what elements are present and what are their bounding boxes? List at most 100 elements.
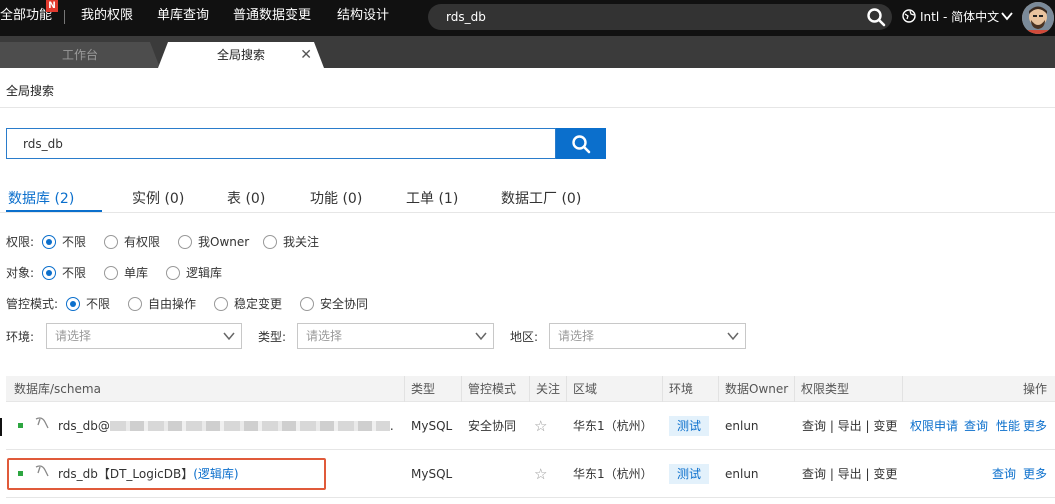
col-follow: 关注 [529,376,560,402]
radio-control-secure[interactable]: 安全协同 [300,295,368,312]
star-icon[interactable]: ☆ [534,402,547,450]
owner: enlun [725,467,759,481]
col-env: 环境 [662,376,693,402]
radio-dot [300,297,314,311]
tab-label: 全局搜索 [216,48,265,62]
radio-permission-any[interactable]: 不限 [42,233,86,250]
search-input[interactable] [7,129,555,158]
top-nav: 全部功能 N 我的权限 单库查询 普通数据变更 结构设计 rds_db Intl… [0,0,1055,36]
radio-object-logic[interactable]: 逻辑库 [166,264,222,281]
radio-dot [214,297,228,311]
query-link[interactable]: 查询 [992,450,1016,498]
workspace-tab-bar: 工作台 全局搜索 ✕ [0,36,1055,68]
tab-ticket[interactable]: 工单 (1) [406,188,458,208]
radio-object-any[interactable]: 不限 [42,264,86,281]
radio-control-free[interactable]: 自由操作 [128,295,196,312]
filter-object-label: 对象: [6,266,35,280]
radio-dot [42,266,56,280]
tab-feature[interactable]: 功能 (0) [310,188,362,208]
redacted-host [109,421,390,431]
env-select[interactable]: 请选择 [46,323,242,349]
global-search-value[interactable]: rds_db [446,4,486,30]
table-row: rds_db@. MySQL 安全协同 ☆ 华东1（杭州） 测试 enlun 查… [6,402,1055,450]
radio-dot [42,235,56,249]
filter-env-label: 环境: [6,330,35,344]
radio-control-stable[interactable]: 稳定变更 [214,295,282,312]
radio-label: 不限 [62,266,87,280]
radio-control-any[interactable]: 不限 [66,295,110,312]
table-header: 数据库/schema 类型 管控模式 关注 区域 环境 数据Owner 权限类型… [6,376,1055,402]
search-button[interactable] [556,128,606,159]
db-type: MySQL [411,467,453,481]
nav-single-db-query[interactable]: 单库查询 [157,0,209,36]
query-link[interactable]: 查询 [964,402,988,450]
db-type: MySQL [411,419,453,433]
performance-link[interactable]: 性能 [996,402,1020,450]
radio-permission-followed[interactable]: 我关注 [263,233,319,250]
close-icon[interactable]: ✕ [300,42,312,68]
avatar[interactable] [1022,2,1054,34]
chevron-down-icon [727,332,739,341]
nav-all-features[interactable]: 全部功能 [0,0,52,36]
nav-schema-design[interactable]: 结构设计 [337,0,389,36]
radio-dot [166,266,180,280]
col-database: 数据库/schema [14,382,101,396]
radio-permission-owner[interactable]: 我Owner [178,233,249,250]
region-select[interactable]: 请选择 [549,323,746,349]
tab-workbench[interactable]: 工作台 [0,42,160,68]
search-icon [572,135,591,154]
db-name[interactable]: rds_db@. [58,402,394,450]
tab-instance[interactable]: 实例 (0) [132,188,184,208]
highlight-annotation [7,458,326,490]
nav-data-change[interactable]: 普通数据变更 [233,0,311,36]
user-avatar-icon [1022,2,1054,34]
more-link[interactable]: 更多 [1023,450,1047,498]
radio-permission-has[interactable]: 有权限 [104,233,160,250]
search-icon[interactable] [866,7,886,27]
filter-region-label: 地区: [510,330,539,344]
tab-data-factory[interactable]: 数据工厂 (0) [501,188,581,208]
env-tag: 测试 [669,464,710,484]
divider [0,107,1055,108]
radio-label: 我Owner [198,235,250,249]
perm-types: 查询 | 导出 | 变更 [802,419,898,433]
radio-label: 自由操作 [148,297,197,311]
globe-icon [902,9,916,23]
col-control: 管控模式 [461,376,516,402]
star-icon[interactable]: ☆ [534,450,547,498]
owner: enlun [725,419,759,433]
control-mode: 安全协同 [468,419,517,433]
radio-label: 安全协同 [320,297,369,311]
page-title: 全局搜索 [6,84,55,98]
radio-dot [104,235,118,249]
radio-dot [66,297,80,311]
nav-my-permissions[interactable]: 我的权限 [81,0,133,36]
col-perm-type: 权限类型 [794,376,849,402]
global-search-bar[interactable]: rds_db [428,4,892,30]
type-select[interactable]: 请选择 [297,323,494,349]
radio-object-single[interactable]: 单库 [104,264,148,281]
more-link[interactable]: 更多 [1023,402,1047,450]
col-actions: 操作 [902,376,1047,402]
tab-database[interactable]: 数据库 (2) [8,188,74,208]
radio-label: 有权限 [124,235,161,249]
language-switcher[interactable]: Intl - 简体中文 [902,0,1013,36]
select-placeholder: 请选择 [55,329,92,343]
radio-label: 稳定变更 [234,297,283,311]
tab-table[interactable]: 表 (0) [227,188,265,208]
region: 华东1（杭州） [573,467,653,481]
radio-dot [178,235,192,249]
db-name-suffix: . [389,419,394,433]
tab-global-search[interactable]: 全局搜索 ✕ [158,42,324,68]
filter-permission-label: 权限: [6,235,35,249]
col-region: 区域 [566,376,597,402]
tab-label: 工作台 [61,48,98,62]
search-input-wrapper [6,128,556,159]
nav-divider [64,10,65,24]
language-label: Intl - 简体中文 [920,10,1000,24]
apply-permission-link[interactable]: 权限申请 [910,402,958,450]
filter-control-label: 管控模式: [6,297,59,311]
radio-label: 不限 [86,297,111,311]
dolphin-icon [35,417,49,429]
filter-type-label: 类型: [258,330,287,344]
